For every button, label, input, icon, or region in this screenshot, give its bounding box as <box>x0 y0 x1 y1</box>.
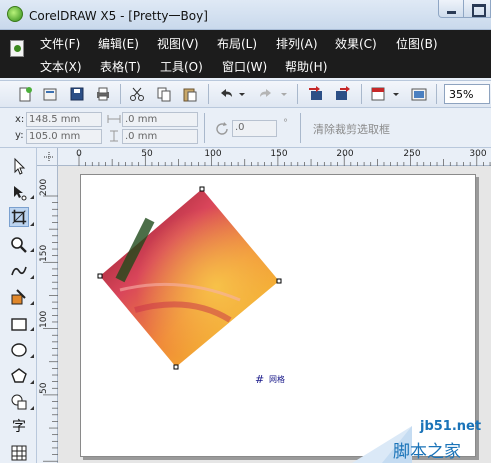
undo-icon[interactable] <box>218 86 234 102</box>
toolbar-separator <box>120 84 121 104</box>
ruler-v-label: 150 <box>39 244 49 262</box>
height-field[interactable]: .0 mm <box>122 129 198 144</box>
shape-tool-icon[interactable] <box>9 182 29 202</box>
menu-edit[interactable]: 编辑(E) <box>98 35 139 52</box>
open-icon[interactable] <box>42 86 58 102</box>
pick-tool-icon[interactable] <box>9 156 29 176</box>
width-field[interactable]: .0 mm <box>122 112 198 127</box>
menu-tools[interactable]: 工具(O) <box>160 58 203 75</box>
export-icon[interactable] <box>334 86 350 102</box>
ellipse-tool-icon[interactable] <box>9 340 29 360</box>
crop-tool-icon[interactable] <box>9 207 29 227</box>
x-position-field[interactable]: 148.5 mm <box>26 112 102 127</box>
flyout-indicator <box>30 301 34 305</box>
height-icon <box>110 130 118 142</box>
zoom-tool-icon[interactable] <box>9 235 29 255</box>
menu-file[interactable]: 文件(F) <box>40 35 80 52</box>
ruler-h-label: 250 <box>403 149 421 159</box>
redo-dropdown-icon[interactable] <box>280 86 288 102</box>
flyout-indicator <box>30 222 34 226</box>
ruler-v-label: 100 <box>39 310 49 328</box>
menu-view[interactable]: 视图(V) <box>157 35 199 52</box>
ruler-h-label: 200 <box>336 149 354 159</box>
zoom-level-value: 35% <box>449 88 474 101</box>
menu-layout[interactable]: 布局(L) <box>217 35 257 52</box>
freehand-tool-icon[interactable] <box>9 261 29 281</box>
cut-icon[interactable] <box>129 86 145 102</box>
flyout-indicator <box>30 195 34 199</box>
ruler-h-label: 100 <box>204 149 222 159</box>
undo-dropdown-icon[interactable] <box>238 86 246 102</box>
menu-table[interactable]: 表格(T) <box>100 58 141 75</box>
menu-help[interactable]: 帮助(H) <box>285 58 327 75</box>
menu-effects[interactable]: 效果(C) <box>335 35 377 52</box>
coreldraw-app-icon[interactable] <box>7 6 23 22</box>
watermark-url: jb51.net <box>420 419 482 434</box>
publish-dropdown-icon[interactable] <box>392 86 400 102</box>
rotation-angle-field[interactable]: .0 <box>232 120 277 137</box>
toolbar-separator <box>436 84 437 104</box>
document-icon[interactable] <box>10 40 24 57</box>
save-icon[interactable] <box>69 86 85 102</box>
flyout-indicator <box>30 275 34 279</box>
ruler-h-label: 50 <box>141 149 153 159</box>
menu-text[interactable]: 文本(X) <box>40 58 82 75</box>
polygon-tool-icon[interactable] <box>9 366 29 386</box>
y-position-field[interactable]: 105.0 mm <box>26 129 102 144</box>
ruler-h-label: 150 <box>270 149 288 159</box>
toolbar-separator <box>297 84 298 104</box>
window-title: CorelDRAW X5 - [Pretty一Boy] <box>29 9 208 23</box>
ruler-origin-icon <box>44 152 54 162</box>
print-icon[interactable] <box>95 86 111 102</box>
y-label: y: <box>15 130 24 141</box>
x-label: x: <box>15 114 25 125</box>
ruler-v-label: 50 <box>39 382 49 394</box>
menu-arrange[interactable]: 排列(A) <box>276 35 318 52</box>
toolbar-separator <box>361 84 362 104</box>
menu-bitmaps[interactable]: 位图(B) <box>396 35 438 52</box>
crop-selection-handles[interactable] <box>90 180 290 380</box>
width-icon <box>107 115 121 123</box>
paste-icon[interactable] <box>182 86 198 102</box>
table-tool-icon[interactable] <box>9 443 29 463</box>
menu-window[interactable]: 窗口(W) <box>222 58 267 75</box>
flyout-indicator <box>30 406 34 410</box>
maximize-button[interactable] <box>464 0 491 18</box>
ruler-v-label: 200 <box>39 178 49 196</box>
property-separator <box>300 113 301 143</box>
rotation-icon <box>216 122 228 135</box>
degree-symbol: ° <box>283 118 288 129</box>
ruler-h-label: 300 <box>469 149 487 159</box>
flyout-indicator <box>30 248 34 252</box>
flyout-indicator <box>30 327 34 331</box>
grid-label: 网格 <box>269 375 285 384</box>
grid-icon: # <box>255 373 265 386</box>
copy-icon[interactable] <box>156 86 172 102</box>
text-tool-icon[interactable]: 字 <box>12 416 26 436</box>
app-launcher-icon[interactable] <box>411 86 427 102</box>
ruler-h-label: 0 <box>76 149 82 159</box>
toolbar-separator <box>208 84 209 104</box>
property-separator <box>204 113 205 143</box>
flyout-indicator <box>30 380 34 384</box>
rectangle-tool-icon[interactable] <box>9 314 29 334</box>
minimize-button[interactable] <box>438 0 464 18</box>
publish-pdf-icon[interactable] <box>370 86 386 102</box>
import-icon[interactable] <box>308 86 324 102</box>
zoom-level-field[interactable]: 35% <box>444 84 490 104</box>
basic-shapes-tool-icon[interactable] <box>9 392 29 412</box>
clear-crop-marquee-button[interactable]: 清除裁剪选取框 <box>313 121 390 137</box>
new-icon[interactable] <box>17 86 33 102</box>
smart-fill-tool-icon[interactable] <box>9 287 29 307</box>
watermark-site-name: 脚本之家 <box>393 442 461 462</box>
redo-icon[interactable] <box>258 86 274 102</box>
flyout-indicator <box>30 354 34 358</box>
